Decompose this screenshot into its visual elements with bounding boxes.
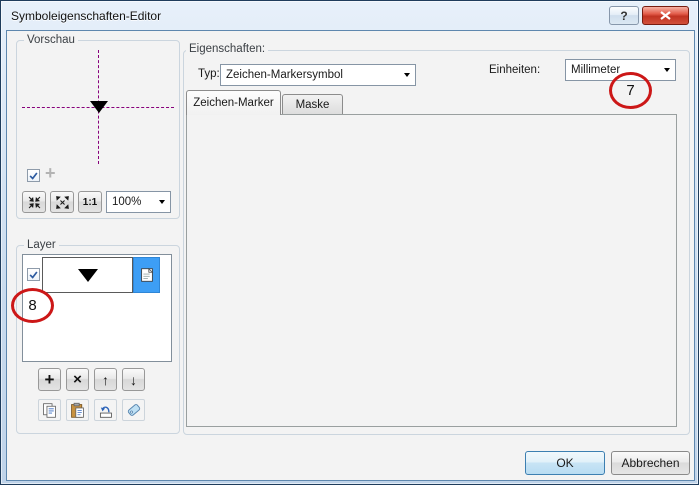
ok-label: OK (556, 456, 573, 470)
tab-zeichen-marker[interactable]: Zeichen-Marker (186, 90, 281, 115)
title-bar[interactable]: Symboleigenschaften-Editor ? (2, 2, 697, 29)
tag-button[interactable] (122, 399, 145, 421)
layer-properties-button[interactable] (133, 257, 160, 293)
layer-marker-triangle-icon (78, 269, 98, 282)
chevron-down-icon (404, 73, 410, 77)
arrows-outward-icon (55, 195, 70, 210)
ok-button[interactable]: OK (525, 451, 605, 475)
undo-arrow-button[interactable] (94, 399, 117, 421)
properties-group-label: Eigenschaften: (186, 43, 268, 56)
plus-icon: + (45, 370, 55, 390)
help-icon: ? (620, 9, 627, 23)
chevron-down-icon (664, 68, 670, 72)
move-layer-down-button[interactable]: ↓ (122, 368, 145, 391)
zoom-level-value: 100% (112, 196, 141, 208)
preview-add-icon: + (45, 163, 56, 184)
preview-group-label: Vorschau (24, 34, 78, 47)
annotation-callout-8: 8 (11, 288, 54, 323)
type-value: Zeichen-Markersymbol (226, 69, 343, 81)
type-label: Typ: (198, 68, 220, 80)
tab-label: Maske (296, 99, 330, 111)
tab-panel (186, 114, 677, 427)
zoom-level-combobox[interactable]: 100% (106, 191, 171, 213)
callout-7-number: 7 (626, 82, 634, 99)
check-icon (28, 269, 39, 280)
callout-8-number: 8 (28, 297, 36, 314)
units-label: Einheiten: (489, 64, 540, 76)
paste-layer-button[interactable] (66, 399, 89, 421)
tab-label: Zeichen-Marker (193, 97, 274, 109)
units-value: Millimeter (571, 64, 620, 76)
move-layer-up-button[interactable]: ↑ (94, 368, 117, 391)
one-to-one-label: 1:1 (83, 197, 97, 208)
properties-page-icon (138, 266, 156, 284)
check-icon (28, 170, 39, 181)
annotation-callout-7: 7 (609, 72, 652, 109)
preview-marker-triangle (90, 101, 108, 113)
undo-arrow-icon (97, 402, 114, 419)
type-combobox[interactable]: Zeichen-Markersymbol (220, 64, 416, 86)
arrow-up-icon: ↑ (102, 372, 109, 388)
symbol-property-editor-dialog: Symboleigenschaften-Editor ? Vorschau + (0, 0, 699, 485)
actual-size-button[interactable]: 1:1 (78, 191, 102, 213)
remove-layer-button[interactable]: × (66, 368, 89, 391)
layer-group-label: Layer (24, 239, 59, 252)
arrows-inward-icon (27, 195, 42, 210)
tab-maske[interactable]: Maske (282, 94, 343, 115)
cancel-button[interactable]: Abbrechen (611, 451, 690, 475)
layer-visible-checkbox[interactable] (27, 268, 40, 281)
paste-icon (69, 402, 86, 419)
chevron-down-icon (159, 200, 165, 204)
preview-checkbox[interactable] (27, 169, 40, 182)
add-layer-button[interactable]: + (38, 368, 61, 391)
copy-icon (41, 402, 58, 419)
x-icon: × (73, 371, 82, 388)
window-title: Symboleigenschaften-Editor (11, 9, 161, 23)
zoom-to-fit-button[interactable] (50, 191, 74, 213)
help-button[interactable]: ? (609, 6, 639, 25)
dialog-client-area: Vorschau + (6, 30, 695, 481)
zoom-to-center-button[interactable] (22, 191, 46, 213)
arrow-down-icon: ↓ (130, 372, 137, 388)
layer-symbol-preview[interactable] (42, 257, 133, 293)
copy-layer-button[interactable] (38, 399, 61, 421)
close-icon (660, 11, 671, 20)
cancel-label: Abbrechen (621, 456, 679, 470)
tag-icon (125, 401, 143, 419)
close-button[interactable] (642, 6, 689, 25)
